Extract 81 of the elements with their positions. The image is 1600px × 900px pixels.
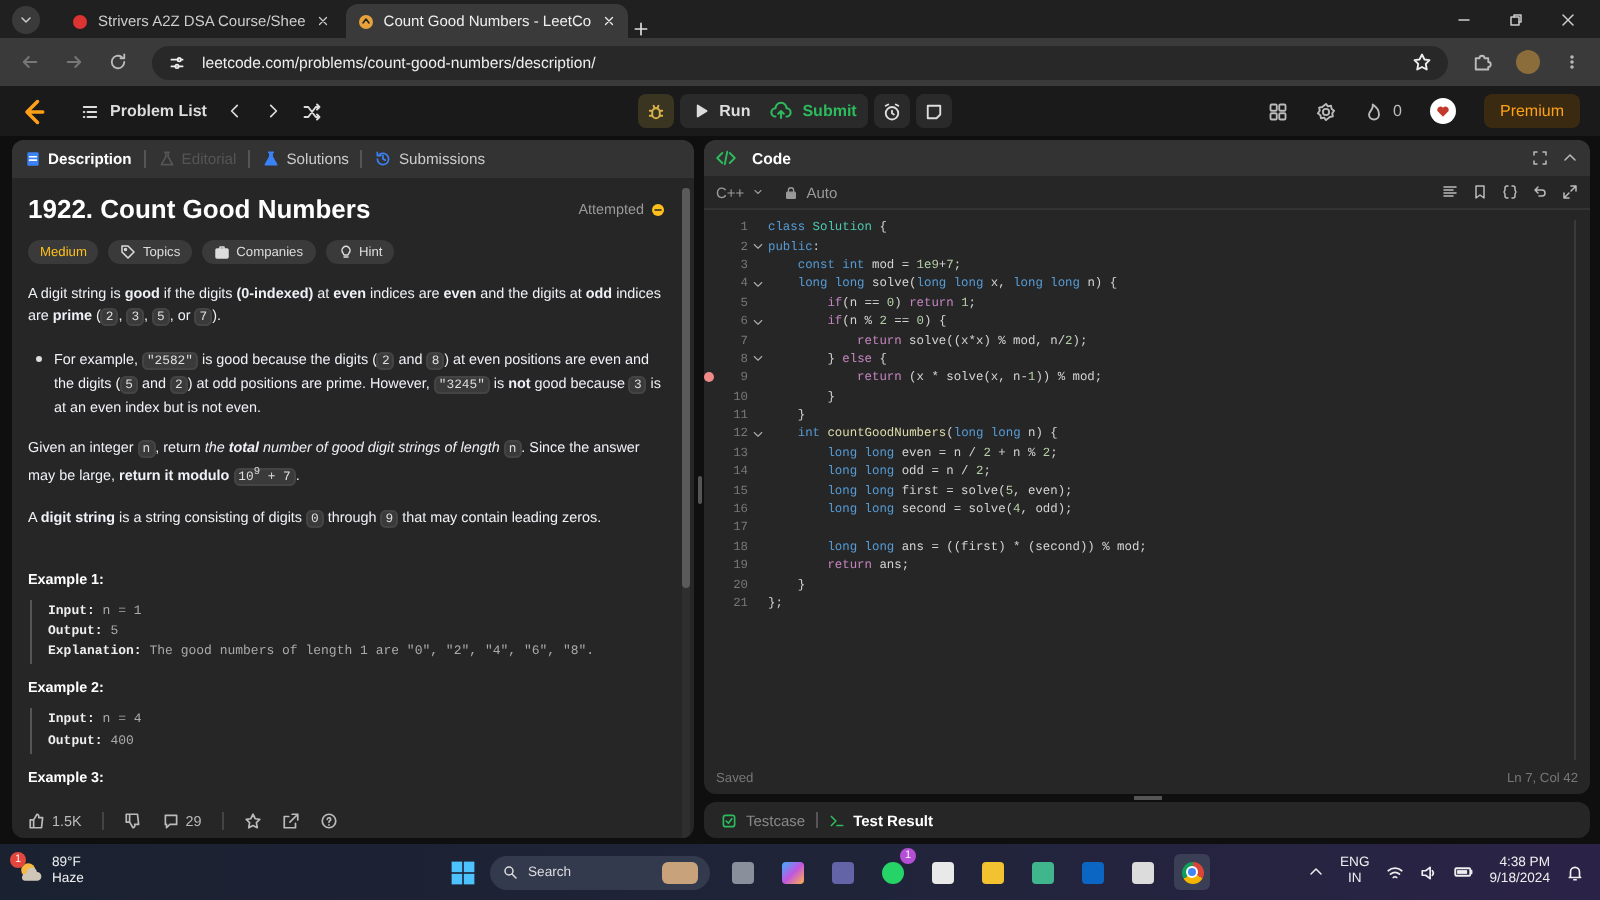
play-icon <box>691 102 710 120</box>
attempted-icon <box>650 201 666 217</box>
align-left-icon[interactable] <box>1442 184 1458 200</box>
comment-icon <box>161 812 180 830</box>
checkbox-icon <box>720 811 738 829</box>
back-arrow-icon[interactable] <box>20 52 40 72</box>
windows-logo-icon[interactable] <box>450 859 476 885</box>
help-icon[interactable] <box>319 812 338 830</box>
lightbulb-icon <box>337 244 354 260</box>
favicon-icon <box>72 13 88 29</box>
star-icon[interactable] <box>243 812 262 830</box>
avatar-circle[interactable] <box>1429 98 1456 124</box>
lock-icon <box>784 185 799 199</box>
site-info-icon[interactable] <box>168 53 186 71</box>
description-icon <box>24 150 42 168</box>
fullscreen-icon[interactable] <box>1532 150 1548 166</box>
puzzle-icon[interactable] <box>1472 52 1492 72</box>
beaker-icon <box>262 150 281 168</box>
share-icon[interactable] <box>281 812 300 830</box>
search-icon <box>502 864 518 880</box>
breakpoint-dot[interactable] <box>704 372 714 383</box>
submit-button[interactable]: Submit <box>770 100 857 122</box>
list-icon <box>80 101 100 121</box>
bell-icon[interactable] <box>1566 863 1584 881</box>
notes-button[interactable] <box>916 94 953 128</box>
bookmark-icon[interactable] <box>1472 184 1488 200</box>
tab-search-button[interactable] <box>12 5 40 33</box>
undo-icon[interactable] <box>1532 184 1548 200</box>
expand-icon[interactable] <box>1562 184 1578 200</box>
flask-icon <box>157 150 176 168</box>
menu-dots-icon[interactable] <box>1564 52 1580 72</box>
chevron-right-icon[interactable] <box>264 102 283 120</box>
premium-button[interactable]: Premium <box>1483 94 1580 128</box>
timer-button[interactable] <box>874 94 911 128</box>
tag-icon <box>120 244 137 260</box>
chevron-down-icon[interactable] <box>752 427 764 440</box>
settings-icon[interactable] <box>1315 101 1336 121</box>
chevron-up-icon[interactable] <box>1308 864 1325 880</box>
sun-cloud-icon <box>16 858 44 886</box>
scrollbar[interactable] <box>682 188 690 838</box>
chevron-down-icon[interactable] <box>752 352 764 365</box>
braces-icon[interactable] <box>1502 184 1518 200</box>
problem-list-button[interactable]: Problem List <box>80 101 207 121</box>
chevron-down-icon[interactable] <box>752 315 764 328</box>
heart-icon <box>1433 102 1452 120</box>
terminal-icon <box>827 811 846 829</box>
debug-button[interactable] <box>637 94 674 128</box>
grid-icon[interactable] <box>1267 101 1288 121</box>
caret-icon <box>752 186 765 198</box>
close-icon[interactable] <box>1560 11 1576 27</box>
battery-icon[interactable] <box>1453 862 1474 882</box>
briefcase-icon <box>214 244 231 260</box>
chevron-down-icon[interactable] <box>752 240 764 253</box>
reload-icon[interactable] <box>108 52 128 72</box>
speaker-icon[interactable] <box>1419 863 1438 881</box>
close-icon[interactable] <box>315 14 330 28</box>
code-icon <box>716 148 736 168</box>
cloud-upload-icon <box>770 100 793 122</box>
alarm-clock-icon <box>882 101 903 121</box>
chevron-up-icon[interactable] <box>1562 150 1578 166</box>
logo-icon[interactable] <box>20 97 48 125</box>
thumbs-up-icon <box>28 812 46 830</box>
shuffle-icon[interactable] <box>302 101 323 121</box>
forward-arrow-icon[interactable] <box>64 52 84 72</box>
streak-counter[interactable]: 0 <box>1363 101 1402 121</box>
wifi-icon[interactable] <box>1385 863 1404 881</box>
restore-icon[interactable] <box>1508 11 1524 27</box>
note-icon <box>924 101 945 121</box>
browser-logo-icon[interactable] <box>1174 854 1210 890</box>
plus-icon[interactable] <box>631 20 650 38</box>
thumbs-down-icon[interactable] <box>123 812 142 830</box>
history-icon <box>374 150 393 168</box>
resize-handle[interactable] <box>1133 796 1161 800</box>
caret-icon <box>18 11 34 27</box>
bullet-dot <box>36 356 42 363</box>
resize-handle[interactable] <box>697 475 701 503</box>
chevron-down-icon[interactable] <box>752 277 764 290</box>
problem-title: 1922. Count Good Numbers <box>28 194 371 224</box>
bug-icon <box>645 101 666 121</box>
favicon-icon <box>357 13 374 29</box>
run-button[interactable]: Run <box>691 102 751 120</box>
